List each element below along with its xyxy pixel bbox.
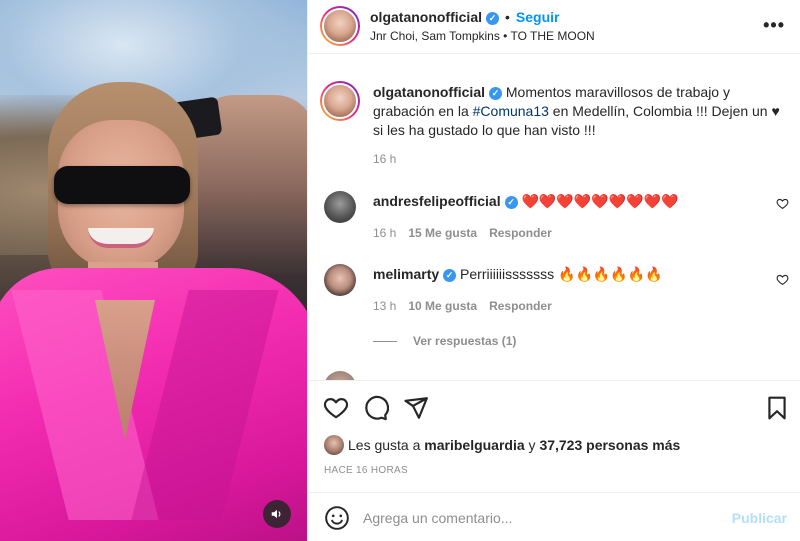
author-avatar[interactable] [320, 6, 360, 46]
caption-avatar[interactable] [320, 81, 360, 121]
comment-like-button[interactable] [776, 197, 789, 213]
heart-icon [776, 198, 789, 210]
liker-username[interactable]: maribelguardia [424, 437, 524, 453]
comment-avatar[interactable] [324, 371, 356, 380]
post-timestamp[interactable]: HACE 16 HORAS [324, 465, 408, 476]
reply-button[interactable]: Responder [489, 299, 552, 313]
comment-meta: 13 h 10 Me gusta Responder [373, 299, 552, 313]
add-comment-bar: Publicar [308, 492, 800, 541]
comment-username[interactable]: melimarty [373, 266, 439, 282]
publish-button[interactable]: Publicar [732, 510, 787, 526]
comment-avatar[interactable] [324, 191, 356, 223]
comment-body: ❤️❤️❤️❤️❤️❤️❤️❤️❤️ [521, 193, 679, 209]
comment-input[interactable] [363, 505, 723, 531]
comment-body: Perriiiiiisssssss 🔥🔥🔥🔥🔥🔥 [460, 266, 663, 282]
replies-divider [373, 341, 397, 343]
likes-prefix: Les gusta a [348, 437, 425, 453]
video-sunglasses [54, 166, 190, 204]
bookmark-icon[interactable] [764, 395, 790, 421]
comments-list[interactable]: olgatanonofficial ✓ Momentos maravillosos… [308, 55, 800, 380]
audio-attribution[interactable]: Jnr Choi, Sam Tompkins • TO THE MOON [370, 29, 595, 43]
follow-button[interactable]: Seguir [516, 9, 560, 25]
reply-button[interactable]: Responder [489, 226, 552, 240]
author-username[interactable]: olgatanonofficial [370, 9, 482, 25]
speaker-icon [271, 509, 281, 519]
video-smile [88, 228, 154, 248]
verified-badge-icon: ✓ [489, 87, 502, 100]
comment-likes[interactable]: 10 Me gusta [408, 299, 477, 313]
post-side-panel: olgatanonofficial ✓ • Seguir Jnr Choi, Sam … [307, 0, 800, 541]
comment-time[interactable]: 16 h [373, 226, 396, 240]
likes-connector: y [524, 437, 540, 453]
comment-meta: 16 h 15 Me gusta Responder [373, 226, 552, 240]
comment-username[interactable]: andresfelipeofficial [373, 193, 501, 209]
caption-username[interactable]: olgatanonofficial [373, 84, 485, 100]
more-options-button[interactable]: ••• [763, 16, 785, 34]
heart-icon [776, 274, 789, 286]
caption-hashtag[interactable]: #Comuna13 [473, 103, 549, 119]
likes-summary[interactable]: Les gusta a maribelguardia y 37,723 pers… [324, 435, 680, 455]
post-video[interactable] [0, 0, 307, 541]
heart-icon[interactable] [323, 395, 349, 421]
share-icon[interactable] [403, 395, 429, 421]
post-header: olgatanonofficial ✓ • Seguir Jnr Choi, Sam … [308, 0, 800, 54]
verified-badge-icon: ✓ [504, 196, 518, 209]
comment-text: melimarty ✓ Perriiiiiisssssss 🔥🔥🔥🔥🔥🔥 [373, 265, 783, 284]
separator-dot: • [505, 9, 510, 25]
verified-badge-icon: ✓ [486, 12, 499, 25]
audio-toggle-button[interactable] [263, 500, 291, 528]
comment-time[interactable]: 13 h [373, 299, 396, 313]
caption-text: olgatanonofficial ✓ Momentos maravillosos… [373, 83, 783, 140]
comment-avatar[interactable] [324, 264, 356, 296]
post-actions: Les gusta a maribelguardia y 37,723 pers… [308, 380, 800, 492]
comment-like-button[interactable] [776, 273, 789, 289]
caption-time[interactable]: 16 h [373, 152, 396, 166]
view-replies-button[interactable]: Ver respuestas (1) [373, 334, 516, 348]
verified-badge-icon: ✓ [443, 269, 457, 282]
likes-count[interactable]: 37,723 personas más [539, 437, 680, 453]
view-replies-label: Ver respuestas (1) [413, 334, 517, 348]
caption-meta: 16 h [373, 152, 396, 166]
comment-likes[interactable]: 15 Me gusta [408, 226, 477, 240]
comment-icon[interactable] [363, 395, 389, 421]
comment-text: andresfelipeofficial ✓ ❤️❤️❤️❤️❤️❤️❤️❤️❤️ [373, 192, 783, 211]
emoji-icon[interactable] [324, 505, 350, 531]
liker-avatar[interactable] [324, 435, 344, 455]
author-line: olgatanonofficial ✓ • Seguir [370, 9, 559, 25]
